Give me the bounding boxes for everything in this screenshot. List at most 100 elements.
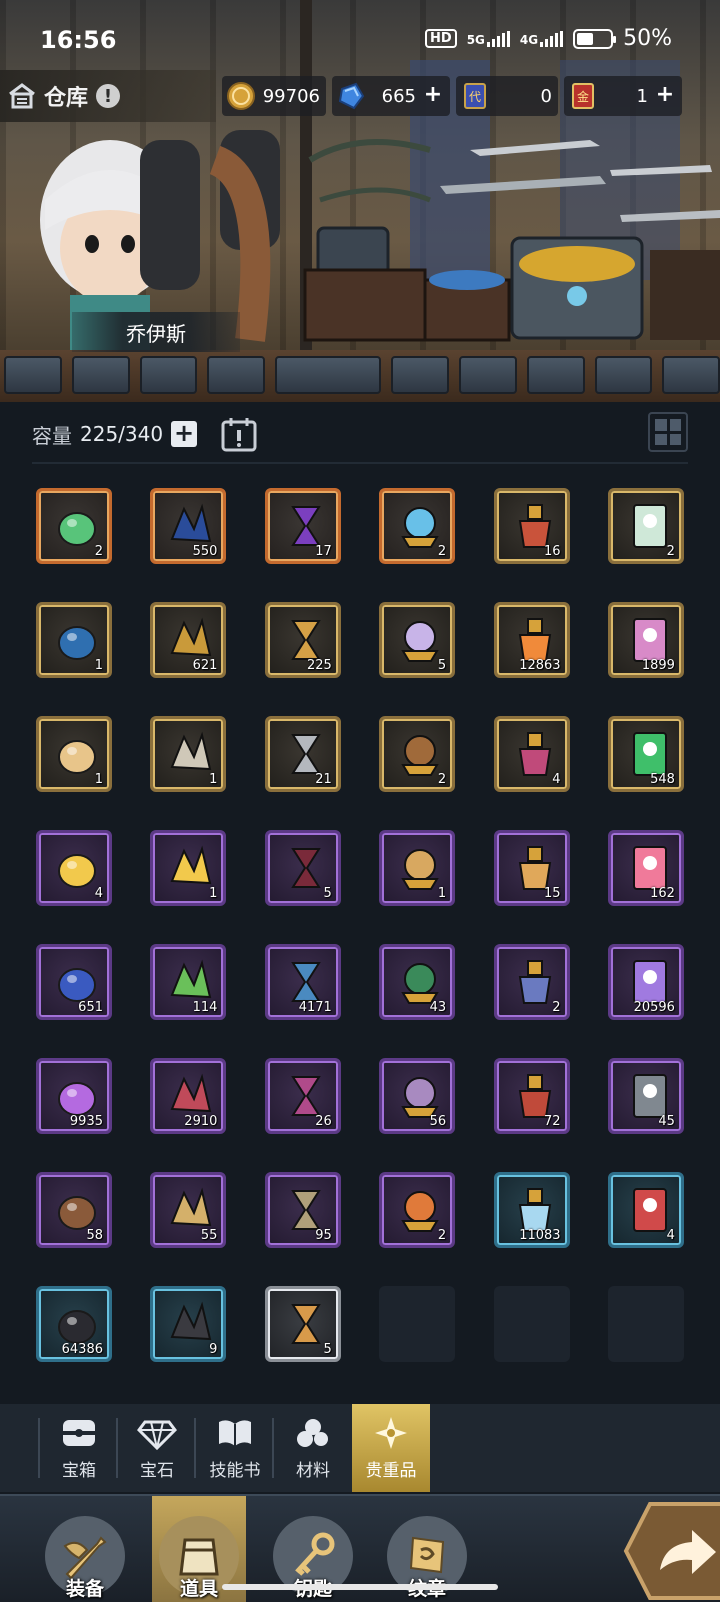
blue-scroll-item[interactable]: 651 xyxy=(36,944,112,1020)
golden-key-item[interactable]: 225 xyxy=(264,602,341,678)
empty-slot xyxy=(379,1286,456,1362)
green-potion-item[interactable]: 2 xyxy=(36,488,112,564)
cupcake-item[interactable]: 162 xyxy=(607,830,684,906)
gold-ticket-icon: 金 xyxy=(572,83,594,109)
item-quantity: 55 xyxy=(200,1228,218,1243)
battery-percent: 50% xyxy=(623,26,672,51)
tab-label: 宝箱 xyxy=(62,1460,96,1481)
item-quantity: 162 xyxy=(650,886,675,901)
grid-view-toggle[interactable] xyxy=(648,412,688,452)
crystal-orb-item[interactable]: 2 xyxy=(379,488,456,564)
item-quantity: 12863 xyxy=(519,658,561,673)
tab-label: 材料 xyxy=(296,1460,330,1481)
cookie-item[interactable]: 5 xyxy=(264,1286,341,1362)
category-tab-bar: 宝箱 宝石 技能书 材料 贵重品 xyxy=(0,1404,720,1492)
cheese-wedge-item[interactable]: 4 xyxy=(36,830,112,906)
thread-spool-item[interactable]: 1 xyxy=(150,716,227,792)
coal-sparkle-item[interactable]: 9 xyxy=(150,1286,227,1362)
stone-ring-item[interactable]: 2 xyxy=(493,944,570,1020)
red-ribbon-item[interactable]: 72 xyxy=(493,1058,570,1134)
pink-cloth-item[interactable]: 26 xyxy=(264,1058,341,1134)
clock: 16:56 xyxy=(40,26,117,54)
add-gem-button[interactable]: + xyxy=(422,84,444,107)
item-quantity: 2 xyxy=(666,544,675,559)
item-quantity: 2 xyxy=(94,544,103,559)
divider xyxy=(32,462,688,464)
tab-chest[interactable]: 宝箱 xyxy=(40,1404,118,1492)
gold-block-item[interactable]: 55 xyxy=(150,1172,227,1248)
item-quantity: 15 xyxy=(544,886,561,901)
item-quantity: 1899 xyxy=(641,658,675,673)
purple-hourglass-item[interactable]: 17 xyxy=(264,488,341,564)
leather-envelope-item[interactable]: 58 xyxy=(36,1172,112,1248)
forward-arrow-button[interactable] xyxy=(620,1500,720,1602)
toast-bread-item[interactable]: 15 xyxy=(493,830,570,906)
red-cloth-item[interactable]: 4 xyxy=(607,1172,684,1248)
grey-ore-item[interactable]: 45 xyxy=(607,1058,684,1134)
page-title: 仓库 xyxy=(44,86,89,111)
blue-cheese-item[interactable]: 1 xyxy=(150,830,227,906)
metal-cube-item[interactable]: 95 xyxy=(264,1172,341,1248)
nav-equipment[interactable]: 装备 xyxy=(38,1496,132,1602)
item-quantity: 1 xyxy=(209,772,218,787)
item-quantity: 550 xyxy=(192,544,218,559)
add-gold-ticket-button[interactable]: + xyxy=(654,84,676,107)
blue-gem-icon xyxy=(338,82,365,110)
ticket-currency: 代 0 xyxy=(456,76,558,116)
gem-badge-item[interactable]: 2910 xyxy=(150,1058,227,1134)
home-indicator[interactable] xyxy=(222,1584,498,1590)
top-bar: 仓库 ! 99706 665 + 代 0 金 1 + xyxy=(0,70,720,122)
gem-cluster-item[interactable]: 4 xyxy=(493,716,570,792)
currency-row: 99706 665 + 代 0 金 1 + xyxy=(222,76,708,116)
tab-skill-book[interactable]: 技能书 xyxy=(196,1404,274,1492)
item-quantity: 56 xyxy=(429,1114,447,1129)
fire-spirit-item[interactable]: 2 xyxy=(379,1172,456,1248)
purple-claw-item[interactable]: 20596 xyxy=(607,944,684,1020)
item-quantity: 20596 xyxy=(633,1000,675,1015)
calendar-alert-icon[interactable] xyxy=(219,414,259,454)
item-quantity: 9 xyxy=(209,1342,218,1357)
capacity-label: 容量 xyxy=(32,423,72,448)
chest-icon xyxy=(63,1419,95,1446)
tab-label: 贵重品 xyxy=(365,1460,417,1481)
red-flask-item[interactable]: 16 xyxy=(493,488,570,564)
amethyst-item[interactable]: 9935 xyxy=(36,1058,112,1134)
svg-text:代: 代 xyxy=(469,90,481,104)
info-button[interactable]: ! xyxy=(96,84,121,108)
star-shard-item[interactable]: 5 xyxy=(379,602,456,678)
item-quantity: 9935 xyxy=(69,1114,103,1129)
green-scroll-item[interactable]: 114 xyxy=(150,944,227,1020)
item-quantity: 45 xyxy=(658,1114,675,1129)
ice-crystal-item[interactable]: 11083 xyxy=(493,1172,570,1248)
brown-envelope-item[interactable]: 2 xyxy=(379,716,456,792)
whiskey-bottle-item[interactable]: 1 xyxy=(379,830,456,906)
item-quantity: 4171 xyxy=(298,1000,332,1015)
item-grid: 2 550 17 2 16 2 1 621 225 5 12863 1899 1 1 21 2 4 548 4 1 5 1… xyxy=(36,488,688,1362)
paper-scrap-item[interactable]: 1 xyxy=(36,716,112,792)
red-shield-item[interactable]: 621 xyxy=(150,602,227,678)
cat-card-item[interactable]: 2 xyxy=(607,488,684,564)
nav-label: 道具 xyxy=(179,1578,218,1600)
green-bottle-item[interactable]: 548 xyxy=(607,716,684,792)
item-quantity: 95 xyxy=(315,1228,332,1243)
item-quantity: 72 xyxy=(544,1114,561,1129)
monster-portrait-item[interactable]: 1 xyxy=(36,602,112,678)
item-quantity: 621 xyxy=(192,658,218,673)
gold-value: 99706 xyxy=(262,85,320,107)
item-quantity: 17 xyxy=(315,544,332,559)
lava-rock-item[interactable]: 64386 xyxy=(36,1286,112,1362)
bandage-roll-item[interactable]: 56 xyxy=(379,1058,456,1134)
pink-bear-item[interactable]: 1899 xyxy=(607,602,684,678)
expand-capacity-button[interactable]: + xyxy=(171,421,198,447)
item-quantity: 11083 xyxy=(519,1228,561,1243)
wine-bottle-item[interactable]: 5 xyxy=(264,830,341,906)
soup-pot-item[interactable]: 43 xyxy=(379,944,456,1020)
iron-ingot-item[interactable]: 21 xyxy=(264,716,341,792)
dark-crystal-item[interactable]: 550 xyxy=(150,488,227,564)
tab-valuables[interactable]: 贵重品 xyxy=(352,1404,430,1492)
tab-gem[interactable]: 宝石 xyxy=(118,1404,196,1492)
orange-crystal-item[interactable]: 12863 xyxy=(493,602,570,678)
item-quantity: 2 xyxy=(437,772,447,787)
blue-map-item[interactable]: 4171 xyxy=(264,944,341,1020)
tab-material[interactable]: 材料 xyxy=(274,1404,352,1492)
